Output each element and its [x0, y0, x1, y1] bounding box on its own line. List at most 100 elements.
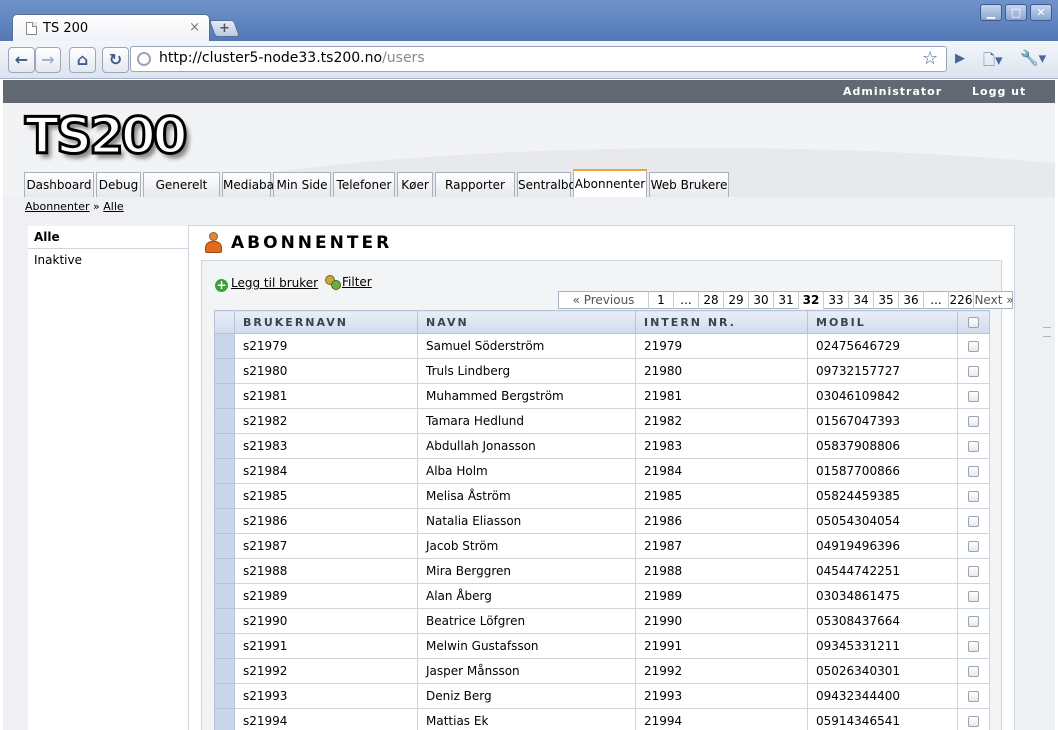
tab-generelt[interactable]: Generelt: [143, 172, 220, 197]
table-row[interactable]: s21993 Deniz Berg 21993 09432344400: [214, 683, 990, 709]
table-row[interactable]: s21986 Natalia Eliasson 21986 05054304054: [214, 508, 990, 534]
row-checkbox[interactable]: [968, 691, 979, 702]
close-window-button[interactable]: ✕: [1030, 4, 1052, 21]
tab-min-side[interactable]: Min Side: [273, 172, 331, 197]
row-selector[interactable]: [214, 383, 235, 409]
row-checkbox[interactable]: [968, 541, 979, 552]
pager-page-30[interactable]: 30: [749, 292, 774, 309]
tab-debug[interactable]: Debug: [96, 172, 141, 197]
forward-button[interactable]: →: [35, 47, 61, 73]
pager-page-1[interactable]: 1: [649, 292, 674, 309]
table-row[interactable]: s21988 Mira Berggren 21988 04544742251: [214, 558, 990, 584]
row-selector[interactable]: [214, 558, 235, 584]
row-checkbox[interactable]: [968, 516, 979, 527]
pager-page-31[interactable]: 31: [774, 292, 799, 309]
bookmark-star-icon[interactable]: ☆: [922, 48, 938, 69]
logout-link[interactable]: Logg ut: [972, 85, 1026, 98]
add-user-link[interactable]: + Legg til bruker: [215, 276, 318, 292]
wrench-icon[interactable]: 🔧▾: [1020, 49, 1046, 67]
row-checkbox[interactable]: [968, 366, 979, 377]
row-checkbox[interactable]: [968, 466, 979, 477]
row-selector[interactable]: [214, 408, 235, 434]
table-row[interactable]: s21987 Jacob Ström 21987 04919496396: [214, 533, 990, 559]
table-row[interactable]: s21982 Tamara Hedlund 21982 01567047393: [214, 408, 990, 434]
pager-page-32[interactable]: 32: [799, 292, 824, 309]
administrator-link[interactable]: Administrator: [843, 85, 942, 98]
window-resize-grip[interactable]: [1043, 327, 1051, 337]
row-checkbox[interactable]: [968, 441, 979, 452]
breadcrumb-current[interactable]: Alle: [103, 200, 123, 213]
column-header-navn[interactable]: NAVN: [417, 310, 636, 334]
filter-link[interactable]: Filter: [325, 275, 372, 290]
tab-køer[interactable]: Køer: [397, 172, 433, 197]
table-row[interactable]: s21983 Abdullah Jonasson 21983 05837908806: [214, 433, 990, 459]
pager-previous[interactable]: « Previous: [559, 292, 649, 309]
browser-tab[interactable]: TS 200 ×: [12, 14, 210, 42]
table-row[interactable]: s21994 Mattias Ek 21994 05914346541: [214, 708, 990, 730]
row-checkbox[interactable]: [968, 416, 979, 427]
tab-close-icon[interactable]: ×: [189, 20, 200, 35]
table-row[interactable]: s21992 Jasper Månsson 21992 05026340301: [214, 658, 990, 684]
row-checkbox[interactable]: [968, 591, 979, 602]
table-row[interactable]: s21985 Melisa Åström 21985 05824459385: [214, 483, 990, 509]
pager-page-34[interactable]: 34: [849, 292, 874, 309]
pager-ellipsis[interactable]: ...: [924, 292, 949, 309]
row-selector[interactable]: [214, 683, 235, 709]
select-all-checkbox[interactable]: [968, 317, 979, 328]
row-selector[interactable]: [214, 633, 235, 659]
table-row[interactable]: s21990 Beatrice Löfgren 21990 05308437664: [214, 608, 990, 634]
tab-rapporter[interactable]: Rapporter: [435, 172, 515, 197]
column-header-brukernavn[interactable]: BRUKERNAVN: [234, 310, 418, 334]
pager-next[interactable]: Next »: [974, 292, 1014, 309]
tab-abonnenter[interactable]: Abonnenter: [573, 169, 647, 197]
row-selector[interactable]: [214, 583, 235, 609]
home-button[interactable]: ⌂: [69, 47, 96, 73]
pager-ellipsis[interactable]: ...: [674, 292, 699, 309]
tab-web-brukere[interactable]: Web Brukere: [649, 172, 729, 197]
url-text[interactable]: http://cluster5-node33.ts200.no/users: [159, 50, 425, 66]
column-header-mobil[interactable]: MOBIL: [807, 310, 958, 334]
page-menu-icon[interactable]: 🗋▾: [983, 50, 1003, 75]
minimize-button[interactable]: ▁: [980, 4, 1002, 21]
pager-page-28[interactable]: 28: [699, 292, 724, 309]
row-selector[interactable]: [214, 433, 235, 459]
back-button[interactable]: ←: [8, 47, 35, 73]
row-selector[interactable]: [214, 483, 235, 509]
row-selector[interactable]: [214, 608, 235, 634]
table-row[interactable]: s21979 Samuel Söderström 21979 02475646729: [214, 333, 990, 359]
sidebar-item-inaktive[interactable]: Inaktive: [28, 249, 189, 272]
tab-dashboard[interactable]: Dashboard: [24, 172, 94, 197]
row-checkbox[interactable]: [968, 641, 979, 652]
row-checkbox[interactable]: [968, 566, 979, 577]
pager-page-29[interactable]: 29: [724, 292, 749, 309]
row-selector[interactable]: [214, 533, 235, 559]
column-header-intern-nr[interactable]: INTERN NR.: [635, 310, 808, 334]
maximize-button[interactable]: □: [1005, 4, 1027, 21]
row-selector[interactable]: [214, 333, 235, 359]
row-checkbox[interactable]: [968, 391, 979, 402]
row-checkbox[interactable]: [968, 666, 979, 677]
tab-sentralbord[interactable]: Sentralbord: [517, 172, 588, 197]
table-row[interactable]: s21991 Melwin Gustafsson 21991 09345331211: [214, 633, 990, 659]
row-checkbox[interactable]: [968, 716, 979, 727]
tab-telefoner[interactable]: Telefoner: [333, 172, 395, 197]
row-selector[interactable]: [214, 458, 235, 484]
pager-page-36[interactable]: 36: [899, 292, 924, 309]
reload-button[interactable]: ↻: [102, 47, 129, 73]
row-checkbox[interactable]: [968, 491, 979, 502]
breadcrumb-root[interactable]: Abonnenter: [25, 200, 90, 213]
row-checkbox[interactable]: [968, 616, 979, 627]
row-selector[interactable]: [214, 658, 235, 684]
tab-mediabank[interactable]: Mediabank: [222, 172, 289, 197]
row-selector[interactable]: [214, 708, 235, 730]
new-tab-button[interactable]: +: [208, 20, 241, 37]
table-row[interactable]: s21980 Truls Lindberg 21980 09732157727: [214, 358, 990, 384]
table-row[interactable]: s21984 Alba Holm 21984 01587700866: [214, 458, 990, 484]
sidebar-item-alle[interactable]: Alle: [28, 226, 189, 249]
row-checkbox[interactable]: [968, 341, 979, 352]
pager-page-226[interactable]: 226: [949, 292, 974, 309]
table-row[interactable]: s21981 Muhammed Bergström 21981 03046109842: [214, 383, 990, 409]
play-icon[interactable]: ▶: [955, 51, 965, 66]
pager-page-33[interactable]: 33: [824, 292, 849, 309]
row-selector[interactable]: [214, 508, 235, 534]
